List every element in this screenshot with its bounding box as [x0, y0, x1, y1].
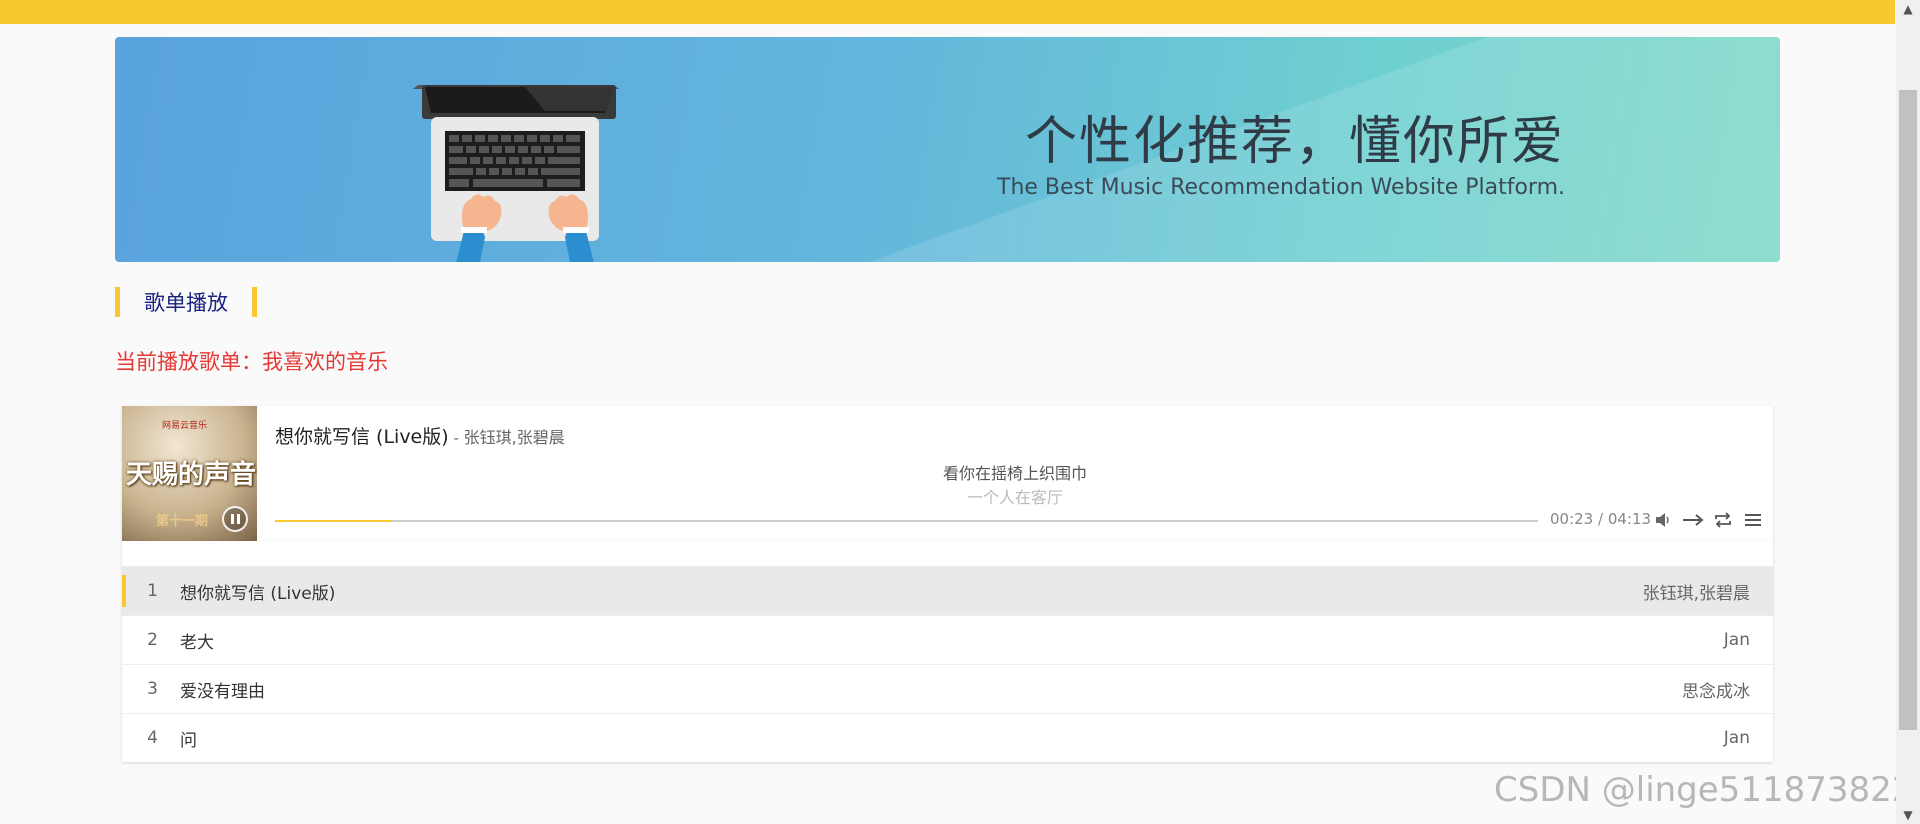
cover-issue: 第十一期: [156, 514, 209, 529]
vertical-scrollbar[interactable]: ▲ ▼: [1896, 0, 1920, 824]
song-title: 想你就写信 (Live版): [275, 426, 449, 448]
playlist-row-artist: Jan: [1723, 630, 1750, 650]
cover-brand: 网易云音乐: [162, 421, 208, 431]
playlist-row-artist: Jan: [1723, 728, 1750, 748]
loop-button[interactable]: [1712, 510, 1734, 530]
lyric-next-line: 一个人在客厅: [966, 488, 1063, 507]
song-info: 想你就写信 (Live版) - 张钰琪,张碧晨: [275, 422, 565, 449]
playlist-row-title: 老大: [180, 632, 214, 653]
scroll-up-arrow-icon[interactable]: ▲: [1896, 0, 1920, 18]
scroll-down-arrow-icon[interactable]: ▼: [1896, 806, 1920, 824]
top-bar: [0, 0, 1895, 24]
playlist-menu-button[interactable]: [1742, 510, 1764, 530]
banner-title: 个性化推荐，懂你所爱: [1024, 112, 1565, 172]
playlist-row-index: 3: [147, 679, 158, 699]
playlist-row-title: 想你就写信 (Live版): [180, 583, 336, 604]
watermark: CSDN @linge511873822: [1494, 770, 1914, 810]
playlist-row-artist: 思念成冰: [1682, 681, 1750, 702]
album-cover: 网易云音乐 天赐的声音 第十一期: [122, 406, 257, 541]
volume-button[interactable]: [1652, 510, 1674, 530]
cover-title: 天赐的声音: [126, 460, 257, 490]
laptop-illustration: [413, 85, 619, 262]
playlist-row[interactable]: 1 想你就写信 (Live版) 张钰琪,张碧晨: [122, 566, 1773, 615]
playlist-row[interactable]: 4 问 Jan: [122, 713, 1773, 762]
current-playlist-label: 当前播放歌单：我喜欢的音乐: [115, 350, 388, 374]
music-player: 网易云音乐 天赐的声音 第十一期 想你就写信 (Live版) - 张钰琪,张碧晨…: [122, 406, 1773, 541]
loop-icon: [1715, 512, 1731, 528]
playlist-row[interactable]: 3 爱没有理由 思念成冰: [122, 664, 1773, 713]
menu-icon: [1745, 514, 1761, 526]
banner-subtitle: The Best Music Recommendation Website Pl…: [997, 175, 1565, 200]
playlist-row-index: 2: [147, 630, 158, 650]
section-header-label: 歌单播放: [144, 291, 228, 315]
playlist-row-title: 爱没有理由: [180, 681, 265, 702]
song-artist: 张钰琪,张碧晨: [463, 428, 565, 447]
play-order-button[interactable]: [1682, 510, 1704, 530]
time-display: 00:23 / 04:13: [1550, 510, 1652, 528]
progress-fill: [275, 520, 392, 522]
order-icon: [1683, 514, 1704, 526]
progress-bar[interactable]: [275, 520, 1538, 522]
hero-banner: 个性化推荐，懂你所爱 The Best Music Recommendation…: [115, 37, 1780, 262]
volume-icon: [1656, 513, 1669, 527]
playlist-row-artist: 张钰琪,张碧晨: [1642, 583, 1750, 604]
song-separator: -: [448, 429, 464, 447]
section-header-right-bar: [252, 287, 257, 317]
playlist: 1 想你就写信 (Live版) 张钰琪,张碧晨 2 老大 Jan 3 爱没有理由 思念成冰 4 问 J…: [122, 541, 1773, 762]
pause-icon-bar: [236, 514, 240, 524]
playlist-row[interactable]: 2 老大 Jan: [122, 615, 1773, 664]
playlist-row-index: 4: [147, 728, 158, 748]
pause-button[interactable]: [222, 506, 248, 532]
playlist-row-title: 问: [180, 730, 197, 751]
playlist-row-index: 1: [147, 581, 158, 601]
scrollbar-thumb[interactable]: [1899, 90, 1917, 730]
pause-icon: [230, 514, 234, 524]
section-header: 歌单播放: [115, 287, 257, 317]
lyric-current-line: 看你在摇椅上织围巾: [942, 464, 1087, 483]
